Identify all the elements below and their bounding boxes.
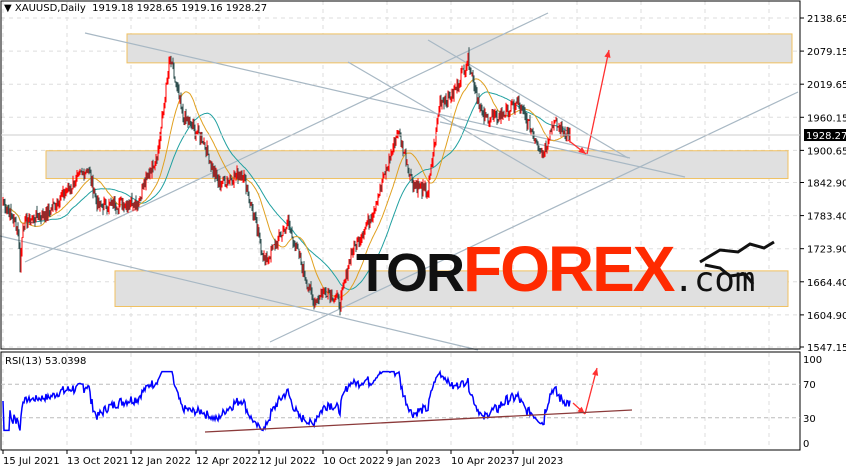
price-axis-label: 2138.65 [807,14,846,25]
close-value: 1928.27 [225,3,268,14]
rsi-label: RSI(13) 53.0398 [5,356,87,367]
date-axis-label: 10 Apr 2023 [451,456,513,467]
logo: TORFOREX.com [356,232,755,306]
rsi-axis-label: 30 [803,414,816,425]
high-value: 1928.65 [136,3,179,14]
dropdown-arrow-icon[interactable]: ▼ [4,3,12,14]
rsi-axis-label: 100 [803,355,822,366]
price-axis-label: 1783.40 [807,212,846,223]
date-axis-label: 15 Jul 2021 [3,456,60,467]
logo-forex: FOREX [463,233,675,305]
date-axis-label: 9 Jan 2023 [387,456,441,467]
forecast-arrow [586,49,610,155]
chart-window: 2138.65 2079.15 2019.65 1960.15 1900.65 1842.… [0,0,846,471]
date-axis-label: 13 Oct 2021 [67,456,129,467]
current-price-label: 1928.27 [806,131,846,142]
chart-header: ▼ XAUUSD,Daily 1919.18 1928.65 1919.16 1… [4,3,267,14]
logo-com: .com [673,260,756,300]
low-value: 1919.16 [181,3,223,14]
logo-tor: TOR [356,243,465,303]
price-axis-label: 1664.40 [807,278,846,289]
date-axis-label: 12 Jul 2022 [259,456,316,467]
price-axis-label: 1900.65 [807,146,846,157]
date-axis-label: 12 Apr 2022 [196,456,258,467]
price-axis-label: 1723.90 [807,245,846,256]
price-axis-label: 1842.90 [807,179,846,190]
price-axis-label: 1604.90 [807,311,846,322]
date-axis-label: 10 Oct 2022 [323,456,385,467]
date-axis-label: 12 Jan 2022 [131,456,191,467]
rsi-line [2,369,571,432]
price-axis-label: 2019.65 [807,80,846,91]
price-axis-label: 2079.15 [807,47,846,58]
price-axis-label: 1547.15 [807,343,846,354]
rsi-axis-label: 70 [803,380,816,391]
price-axis-label: 1960.15 [807,113,846,124]
open-value: 1919.18 [92,3,134,14]
date-axis-label: 7 Jul 2023 [513,456,563,467]
symbol-label: XAUUSD,Daily [14,3,86,14]
rsi-axis-label: 0 [803,439,809,450]
